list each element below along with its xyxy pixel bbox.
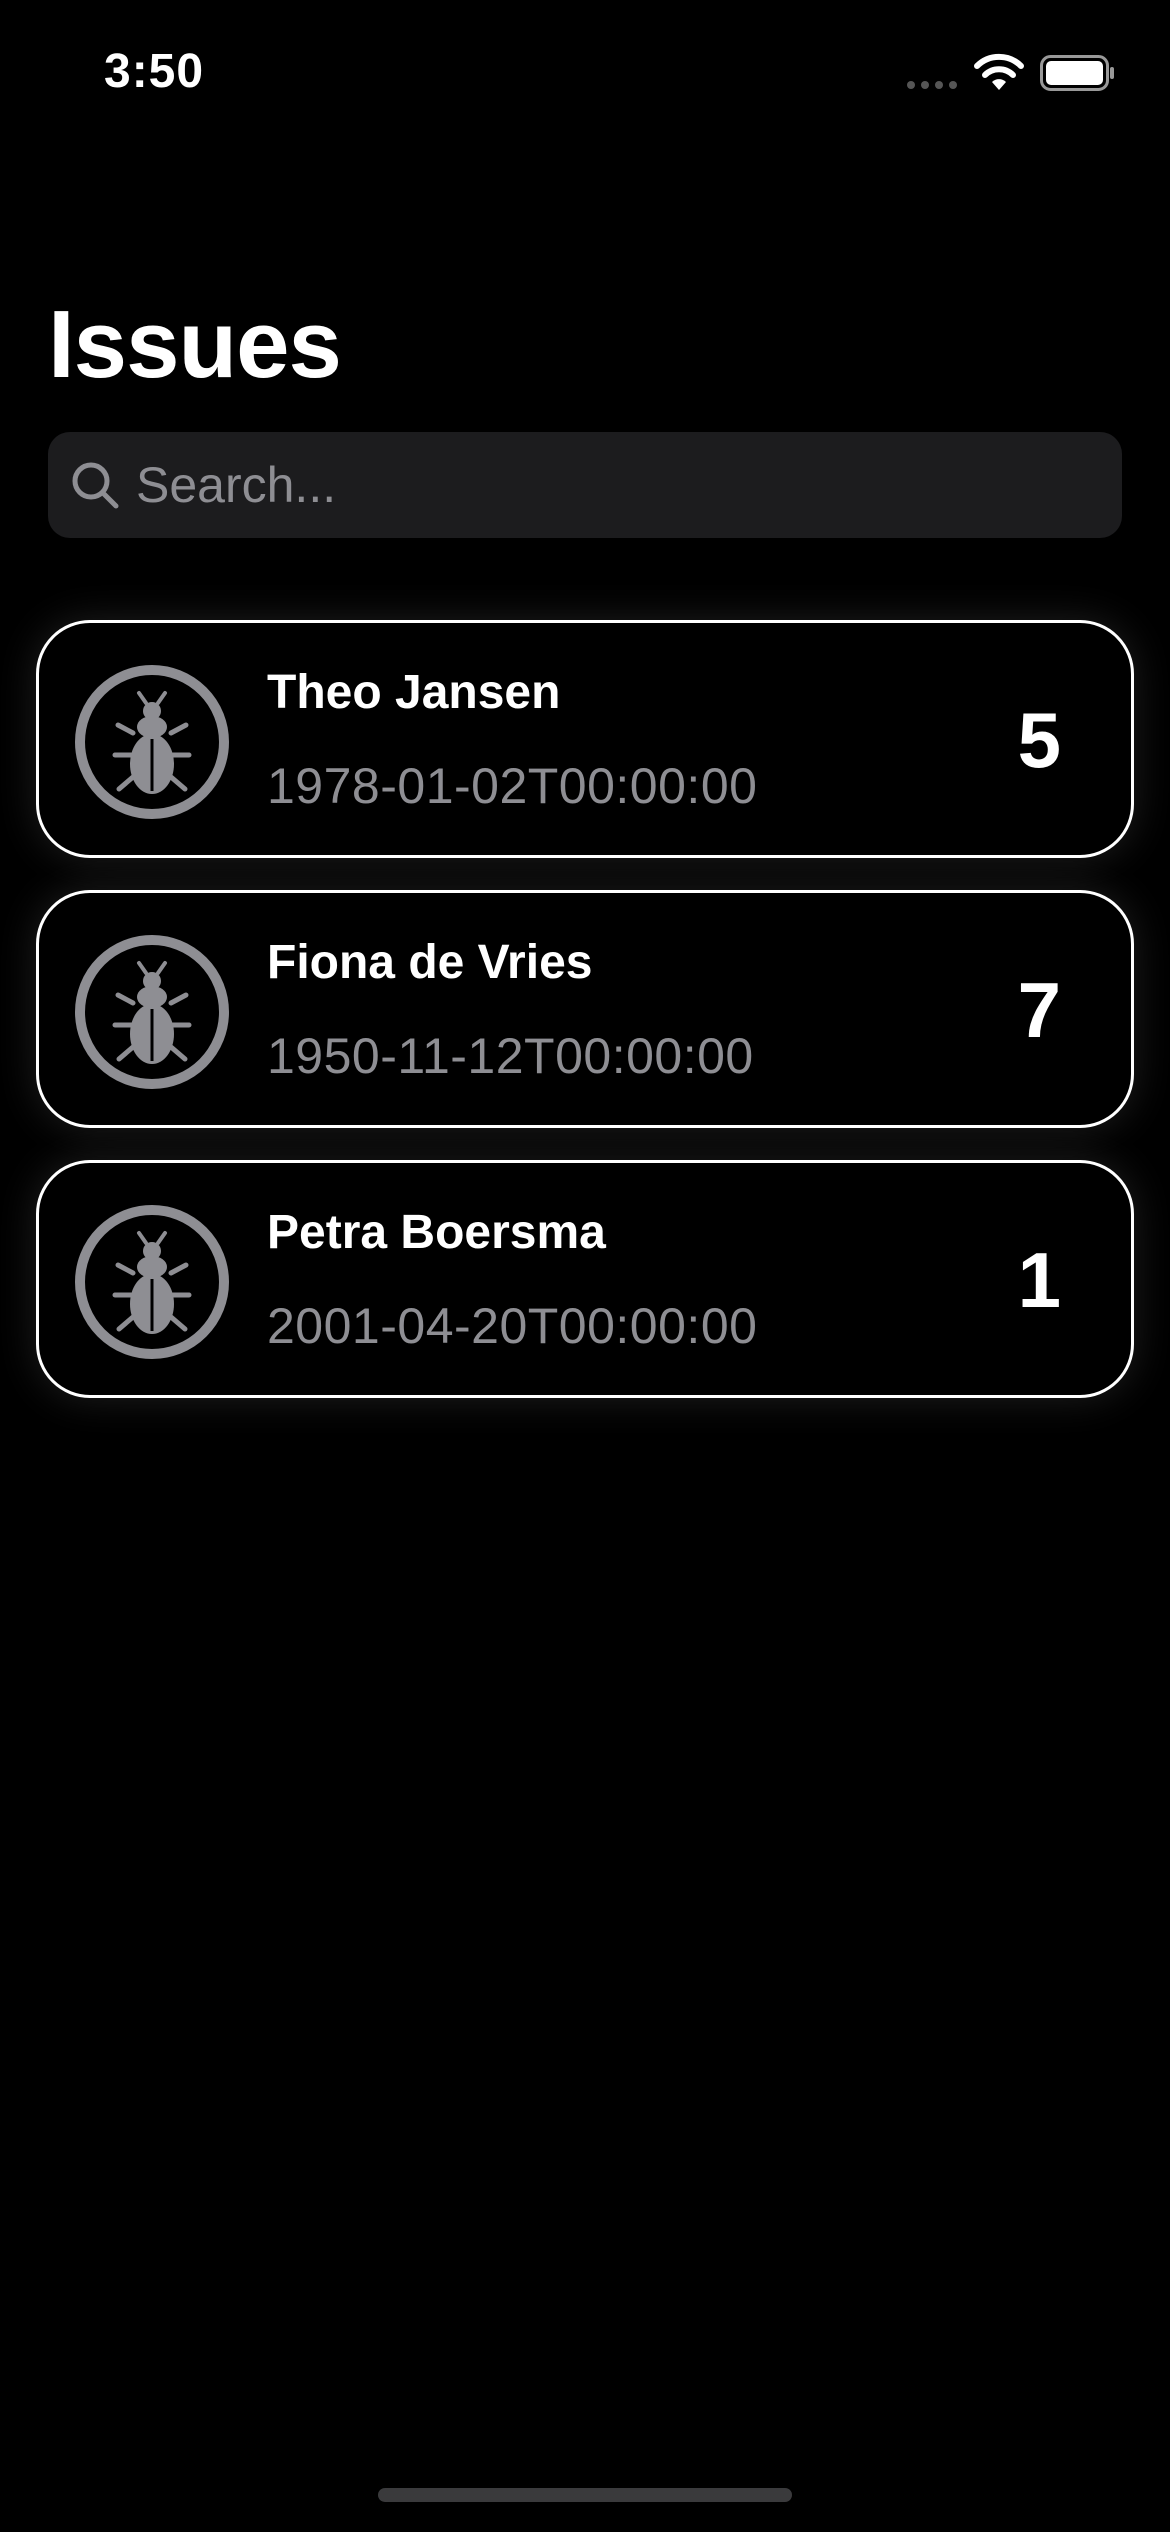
- cellular-dots-icon: [907, 81, 957, 89]
- issue-list: Theo Jansen 1978-01-02T00:00:00 5 Fiona …: [36, 620, 1134, 1430]
- issue-count: 7: [1017, 966, 1061, 1054]
- issue-date: 1950-11-12T00:00:00: [267, 1028, 754, 1084]
- status-bar: 3:50: [0, 0, 1170, 140]
- bug-icon: [75, 935, 229, 1089]
- issue-card[interactable]: Theo Jansen 1978-01-02T00:00:00 5: [36, 620, 1134, 858]
- issue-count: 5: [1017, 696, 1061, 784]
- page-title: Issues: [48, 291, 342, 398]
- issue-count: 1: [1017, 1236, 1061, 1324]
- issue-name: Theo Jansen: [267, 666, 561, 719]
- issue-date: 2001-04-20T00:00:00: [267, 1298, 758, 1354]
- home-indicator[interactable]: [378, 2488, 792, 2502]
- battery-icon: [1040, 55, 1114, 91]
- search-bar[interactable]: [48, 432, 1122, 538]
- issue-card[interactable]: Petra Boersma 2001-04-20T00:00:00 1: [36, 1160, 1134, 1398]
- issue-card[interactable]: Fiona de Vries 1950-11-12T00:00:00 7: [36, 890, 1134, 1128]
- search-icon: [72, 462, 119, 509]
- bug-icon: [75, 665, 229, 819]
- issue-name: Fiona de Vries: [267, 936, 593, 989]
- issue-name: Petra Boersma: [267, 1206, 606, 1259]
- bug-icon: [75, 1205, 229, 1359]
- status-time: 3:50: [104, 45, 205, 98]
- issue-date: 1978-01-02T00:00:00: [267, 758, 758, 814]
- search-input[interactable]: [136, 432, 1096, 538]
- wifi-icon: [974, 53, 1024, 90]
